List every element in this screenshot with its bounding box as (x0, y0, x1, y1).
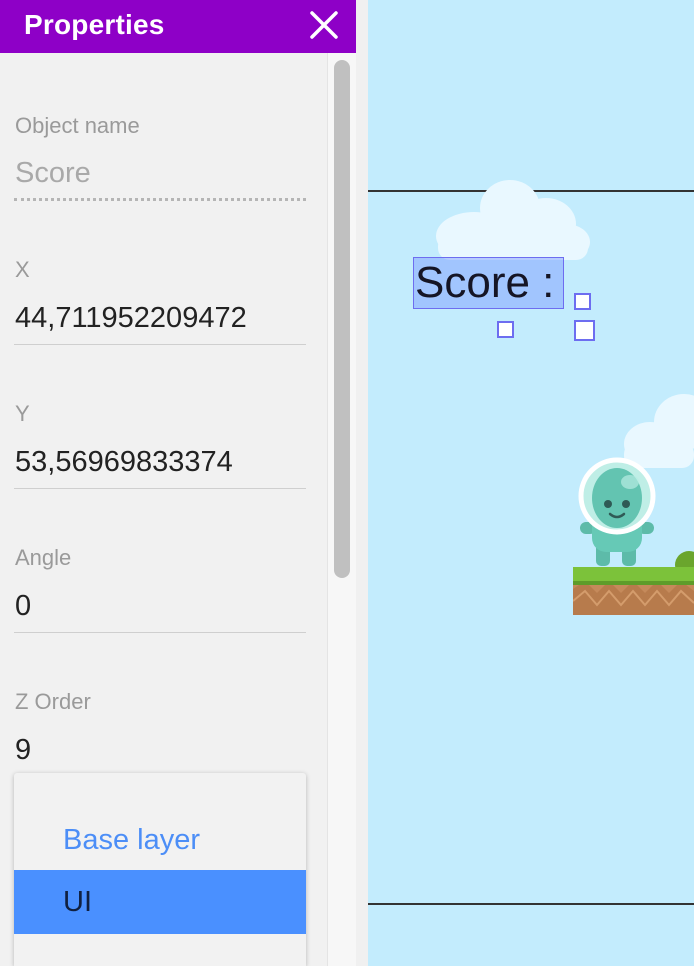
panel-header: Properties (0, 0, 356, 53)
y-label: Y (15, 401, 30, 426)
object-name-underline (14, 198, 306, 201)
close-icon (310, 11, 338, 39)
layer-option-base-layer[interactable]: Base layer (14, 808, 306, 872)
resize-handle-right[interactable] (574, 293, 591, 310)
angle-field[interactable]: 0 (15, 590, 281, 623)
score-text-object[interactable]: Score : (415, 258, 554, 308)
scene-canvas[interactable]: Score : (368, 0, 694, 966)
y-field[interactable]: 53,56969833374 (15, 446, 281, 479)
panel-divider[interactable] (356, 0, 368, 966)
object-name-label: Object name (15, 113, 140, 138)
x-field[interactable]: 44,711952209472 (15, 302, 281, 335)
resize-handle-corner[interactable] (574, 320, 595, 341)
viewport-bottom-line (368, 903, 694, 905)
properties-panel: Properties Object name Score X 44,711952… (0, 0, 356, 966)
grass-platform[interactable] (573, 545, 694, 615)
cloud-sprite[interactable] (434, 178, 594, 264)
scrollbar-thumb[interactable] (334, 60, 350, 578)
layer-dropdown: Base layer UI (14, 773, 306, 966)
angle-label: Angle (15, 545, 72, 570)
y-underline (14, 488, 306, 489)
angle-underline (14, 632, 306, 633)
z-order-label: Z Order (15, 689, 91, 714)
close-button[interactable] (306, 7, 342, 43)
x-underline (14, 344, 306, 345)
z-order-field[interactable]: 9 (15, 734, 281, 767)
object-name-field[interactable]: Score (15, 157, 281, 190)
panel-title: Properties (24, 9, 165, 40)
x-label: X (15, 257, 30, 282)
layer-option-ui[interactable]: UI (14, 870, 306, 934)
resize-handle-bottom[interactable] (497, 321, 514, 338)
